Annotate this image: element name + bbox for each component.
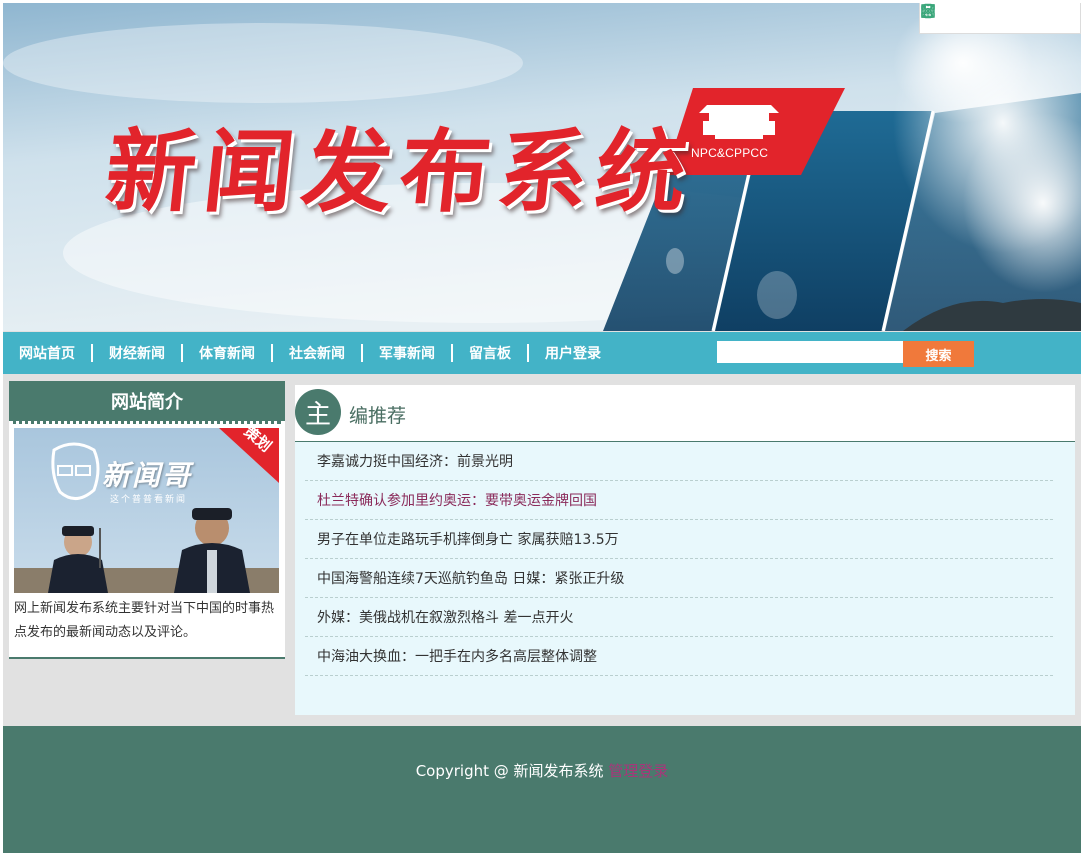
news-item[interactable]: 杜兰特确认参加里约奥运：要带奥运金牌回国 — [305, 481, 1053, 520]
nav-guestbook[interactable]: 留言板 — [459, 343, 521, 363]
search-button[interactable]: 搜索 — [903, 341, 974, 367]
nav-separator — [527, 344, 529, 362]
nav-user-login[interactable]: 用户登录 — [535, 343, 611, 363]
intro-photo-art — [14, 428, 279, 593]
nav-society[interactable]: 社会新闻 — [279, 343, 355, 363]
nav-home[interactable]: 网站首页 — [9, 343, 85, 363]
news-item[interactable]: 外媒：美俄战机在叙激烈格斗 差一点开火 — [305, 598, 1053, 637]
nav-separator — [361, 344, 363, 362]
search-input[interactable] — [717, 341, 911, 363]
toolbox — [919, 3, 1081, 34]
site-title: 新闻发布系统 — [100, 119, 700, 225]
editors-picks-title: 编推荐 — [349, 405, 407, 427]
xinwenge-logo: 新闻哥 — [102, 459, 193, 492]
site-intro-text: 网上新闻发布系统主要针对当下中国的时事热点发布的最新闻动态以及评论。 — [14, 601, 275, 640]
news-list: 李嘉诚力挺中国经济：前景光明 杜兰特确认参加里约奥运：要带奥运金牌回国 男子在单… — [295, 442, 1075, 676]
xinwenge-slogan: 这个普普看新闻 — [110, 495, 188, 505]
npc-badge-text: NPC&CPPCC — [691, 146, 769, 160]
save-icon[interactable] — [921, 3, 1016, 33]
site-intro-panel: 网站简介 新闻哥 这个普普看新闻 策划 网上新闻发布系统主要针对当下中国的时事热… — [9, 381, 285, 659]
nav-military[interactable]: 军事新闻 — [369, 343, 445, 363]
footer-line: Copyright @ 新闻发布系统 管理登录 — [3, 760, 1081, 781]
news-item[interactable]: 男子在单位走路玩手机摔倒身亡 家属获赔13.5万 — [305, 520, 1053, 559]
editors-picks-panel: 主 编推荐 李嘉诚力挺中国经济：前景光明 杜兰特确认参加里约奥运：要带奥运金牌回… — [295, 385, 1075, 715]
news-item[interactable]: 李嘉诚力挺中国经济：前景光明 — [305, 442, 1053, 481]
settings-icon[interactable] — [921, 3, 1080, 33]
nav-separator — [271, 344, 273, 362]
main-nav: 网站首页 财经新闻 体育新闻 社会新闻 军事新闻 留言板 用户登录 搜索 — [3, 332, 1081, 374]
news-item[interactable]: 中国海警船连续7天巡航钓鱼岛 日媒：紧张正升级 — [305, 559, 1053, 598]
news-item[interactable]: 中海油大换血：一把手在内多名高层整体调整 — [305, 637, 1053, 676]
nav-separator — [451, 344, 453, 362]
nav-finance[interactable]: 财经新闻 — [99, 343, 175, 363]
header-banner: 新闻发布系统 NPC&CPPCC — [3, 3, 1081, 331]
page: 新闻发布系统 NPC&CPPCC 网站首页 财经新闻 体育新闻 社会新闻 军事新… — [3, 3, 1081, 853]
copyright-text: Copyright @ 新闻发布系统 — [415, 762, 609, 780]
nav-separator — [91, 344, 93, 362]
nav-sports[interactable]: 体育新闻 — [189, 343, 265, 363]
fullscreen-icon[interactable] — [921, 3, 984, 33]
footer: Copyright @ 新闻发布系统 管理登录 — [3, 726, 1081, 853]
editor-circle-badge: 主 — [295, 389, 341, 435]
editors-picks-header: 主 编推荐 — [295, 385, 1075, 442]
intro-photo: 新闻哥 这个普普看新闻 策划 — [14, 428, 279, 593]
share-icon[interactable] — [921, 3, 1048, 33]
admin-login-link[interactable]: 管理登录 — [608, 762, 668, 780]
site-intro-title: 网站简介 — [9, 381, 285, 424]
nav-separator — [181, 344, 183, 362]
